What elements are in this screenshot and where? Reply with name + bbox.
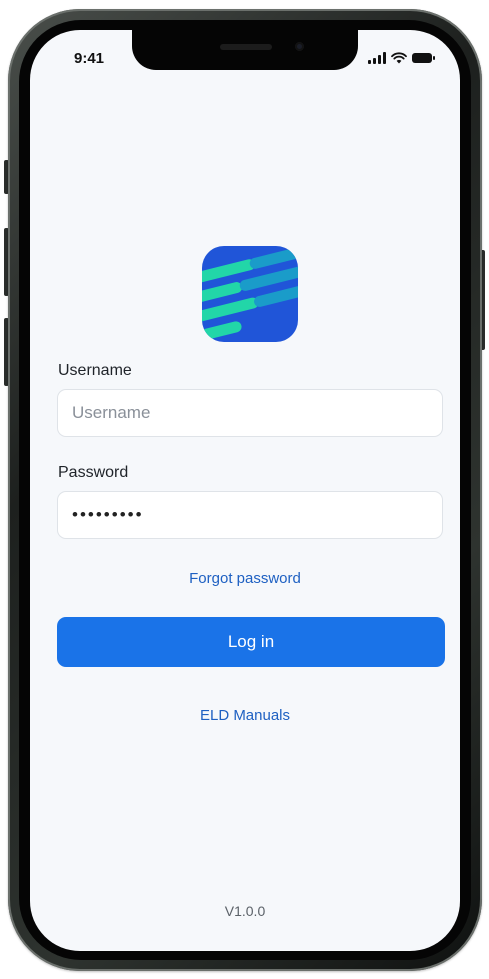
app-screen: 9:41 Username Username Password ••••••••… [30,30,460,951]
phone-mockup: 9:41 Username Username Password ••••••••… [0,0,489,979]
forgot-password-link[interactable]: Forgot password [30,570,460,587]
front-camera [295,42,304,51]
app-version: V1.0.0 [224,903,266,919]
password-input[interactable] [57,491,443,539]
password-label: Password [58,464,129,481]
notch [132,30,358,70]
eld-manuals-link[interactable]: ELD Manuals [30,707,460,724]
wifi-icon [391,52,407,64]
login-button[interactable]: Log in [57,617,445,667]
status-icons [368,52,435,64]
status-time: 9:41 [74,50,105,67]
username-input[interactable] [57,389,443,437]
battery-icon [412,53,435,63]
app-logo-icon [202,246,298,342]
username-label: Username [58,362,132,379]
speaker-grille [220,44,272,50]
signal-icon [368,52,386,64]
